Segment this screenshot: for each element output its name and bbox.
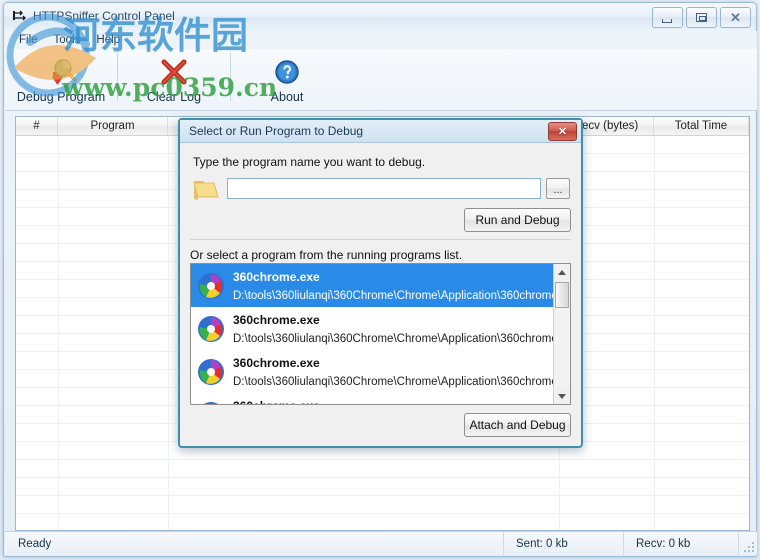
row-divider [16, 477, 749, 478]
running-programs-label: Or select a program from the running pro… [190, 248, 463, 262]
list-item-text: 360chrome.exe D:\tools\360liulanqi\360Ch… [233, 397, 570, 405]
row-divider [16, 459, 749, 460]
folder-icon [192, 177, 220, 201]
maximize-button[interactable] [686, 7, 717, 28]
list-item[interactable]: 360chrome.exe D:\tools\360liulanqi\360Ch… [191, 307, 570, 350]
row-divider [16, 495, 749, 496]
list-item[interactable]: 360chrome.exe D:\tools\360liulanqi\360Ch… [191, 393, 570, 405]
attach-and-debug-button[interactable]: Attach and Debug [464, 413, 571, 437]
menu-item-help[interactable]: Help [88, 33, 128, 47]
program-path: D:\tools\360liulanqi\360Chrome\Chrome\Ap… [233, 375, 568, 388]
list-item[interactable]: 360chrome.exe D:\tools\360liulanqi\360Ch… [191, 264, 570, 307]
list-item-text: 360chrome.exe D:\tools\360liulanqi\360Ch… [233, 354, 570, 390]
program-path: D:\tools\360liulanqi\360Chrome\Chrome\Ap… [233, 332, 568, 345]
toolbar-button-debug-program[interactable]: Debug Program [5, 49, 117, 107]
list-item-text: 360chrome.exe D:\tools\360liulanqi\360Ch… [233, 268, 570, 304]
dialog-close-icon: ✕ [557, 126, 568, 138]
window-title: HTTPSniffer Control Panel [33, 9, 175, 23]
list-item-text: 360chrome.exe D:\tools\360liulanqi\360Ch… [233, 311, 570, 347]
minimize-button[interactable] [652, 7, 683, 28]
question-mark-icon [274, 56, 300, 88]
dialog-title: Select or Run Program to Debug [189, 124, 364, 138]
chrome-360-icon [197, 401, 225, 404]
column-header-total-time[interactable]: Total Time [654, 117, 749, 135]
chrome-360-icon [197, 315, 225, 343]
close-icon: ✕ [730, 9, 741, 25]
status-text: Ready [5, 532, 504, 555]
app-icon [13, 10, 28, 24]
dialog-body: Type the program name you want to debug.… [180, 143, 581, 446]
status-sent-bytes: Sent: 0 kb [504, 532, 624, 555]
select-program-dialog: Select or Run Program to Debug ✕ Type th… [178, 118, 583, 448]
program-path-input[interactable] [227, 178, 541, 199]
window-controls: ✕ [652, 7, 751, 28]
scroll-up-arrow-icon[interactable] [554, 264, 570, 280]
toolbar-label-debug-program: Debug Program [16, 90, 106, 104]
dialog-close-button[interactable]: ✕ [548, 122, 577, 141]
status-bar: Ready Sent: 0 kb Recv: 0 kb [5, 531, 757, 555]
toolbar-button-clear-log[interactable]: Clear Log [118, 49, 230, 107]
toolbar: Debug Program Clear Log About [5, 49, 757, 111]
menu-bar: File Tools Help [5, 31, 757, 49]
title-bar: HTTPSniffer Control Panel ✕ [4, 3, 756, 31]
scrollbar-thumb[interactable] [555, 282, 569, 308]
menu-item-tools[interactable]: Tools [46, 33, 89, 47]
running-programs-list[interactable]: 360chrome.exe D:\tools\360liulanqi\360Ch… [190, 263, 571, 405]
chrome-360-icon [197, 358, 225, 386]
program-name: 360chrome.exe [233, 312, 320, 327]
chrome-360-icon [197, 272, 225, 300]
magnifier-debug-icon [44, 56, 78, 88]
dialog-separator [190, 239, 571, 240]
run-and-debug-button[interactable]: Run and Debug [464, 208, 571, 232]
application-window: HTTPSniffer Control Panel ✕ File Tools H… [0, 0, 760, 560]
programs-scroll-area: 360chrome.exe D:\tools\360liulanqi\360Ch… [191, 264, 570, 404]
status-recv-bytes: Recv: 0 kb [624, 532, 739, 555]
program-name: 360chrome.exe [233, 269, 320, 284]
scroll-down-arrow-icon[interactable] [554, 388, 570, 404]
toolbar-label-clear-log: Clear Log [146, 90, 202, 104]
program-name: 360chrome.exe [233, 399, 320, 405]
toolbar-label-about: About [270, 90, 304, 104]
browse-button[interactable]: ... [546, 178, 570, 199]
close-button[interactable]: ✕ [720, 7, 751, 28]
program-path: D:\tools\360liulanqi\360Chrome\Chrome\Ap… [233, 289, 568, 302]
program-name: 360chrome.exe [233, 355, 320, 370]
column-header-index[interactable]: # [16, 117, 58, 135]
list-item[interactable]: 360chrome.exe D:\tools\360liulanqi\360Ch… [191, 350, 570, 393]
red-x-icon [159, 56, 189, 88]
dialog-title-bar: Select or Run Program to Debug ✕ [180, 120, 581, 143]
maximize-icon [696, 13, 707, 22]
resize-grip[interactable] [739, 532, 757, 555]
column-header-program[interactable]: Program [58, 117, 168, 135]
row-divider [16, 513, 749, 514]
minimize-icon [662, 19, 672, 23]
toolbar-button-about[interactable]: About [231, 49, 343, 107]
menu-item-file[interactable]: File [11, 33, 46, 47]
type-program-label: Type the program name you want to debug. [193, 155, 426, 169]
programs-scrollbar[interactable] [553, 264, 570, 404]
